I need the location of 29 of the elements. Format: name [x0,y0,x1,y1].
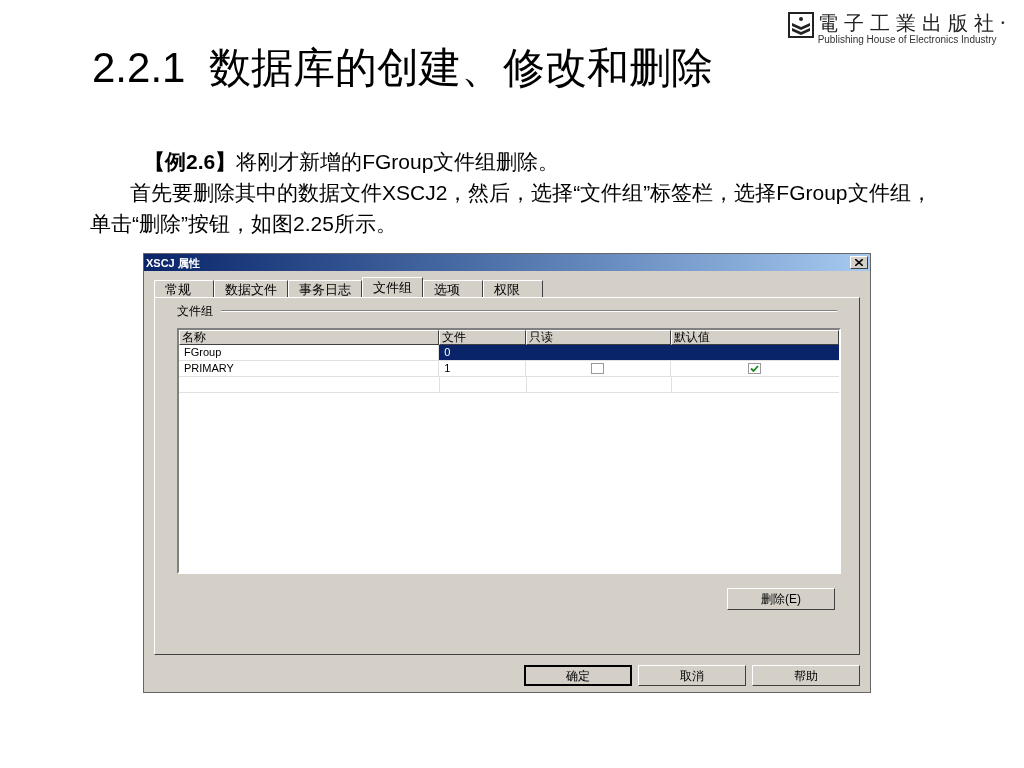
slide-title: 2.2.1 数据库的创建、修改和删除 [91,43,714,93]
tab[interactable]: 事务日志 [288,280,362,297]
paragraph: 首先要删除其中的数据文件XSCJ2，然后，选择“文件组”标签栏，选择FGroup文件组，单击“删除”按钮，如图2.25所示。 [90,180,933,237]
close-button[interactable] [850,256,868,269]
table-row[interactable]: PRIMARY 1 [179,361,839,377]
dialog-button[interactable]: 确定 [524,665,632,686]
group-label: 文件组 [177,303,213,320]
dialog-button[interactable]: 帮助 [752,665,860,686]
tab[interactable]: 权限 [483,280,543,297]
column-header[interactable]: 默认值 [670,330,839,345]
publisher-name: 電子工業出版社· [817,12,1012,34]
delete-button[interactable]: 删除(E) [727,588,835,610]
column-header[interactable]: 名称 [179,330,440,345]
close-icon [855,259,863,266]
tab[interactable]: 选项 [423,280,483,297]
column-header[interactable]: 文件 [439,330,526,345]
table-cell: 0 [439,345,526,360]
tab[interactable]: 文件组 [362,277,423,297]
dialog-title: XSCJ 属性 [146,255,200,270]
tab[interactable]: 常规 [154,280,214,297]
checkbox[interactable] [591,363,605,374]
table-row[interactable]: FGroup 0 [179,345,839,361]
column-header[interactable]: 只读 [525,330,671,345]
publisher-logo-icon [787,12,814,38]
publisher-subtitle: Publishing House of Electronics Industry [817,34,997,46]
paragraph: 【例2.6】将刚才新增的FGroup文件组删除。 [143,149,561,175]
checkbox[interactable] [748,363,762,374]
tab[interactable]: 数据文件 [214,280,288,297]
dialog-button[interactable]: 取消 [638,665,746,686]
